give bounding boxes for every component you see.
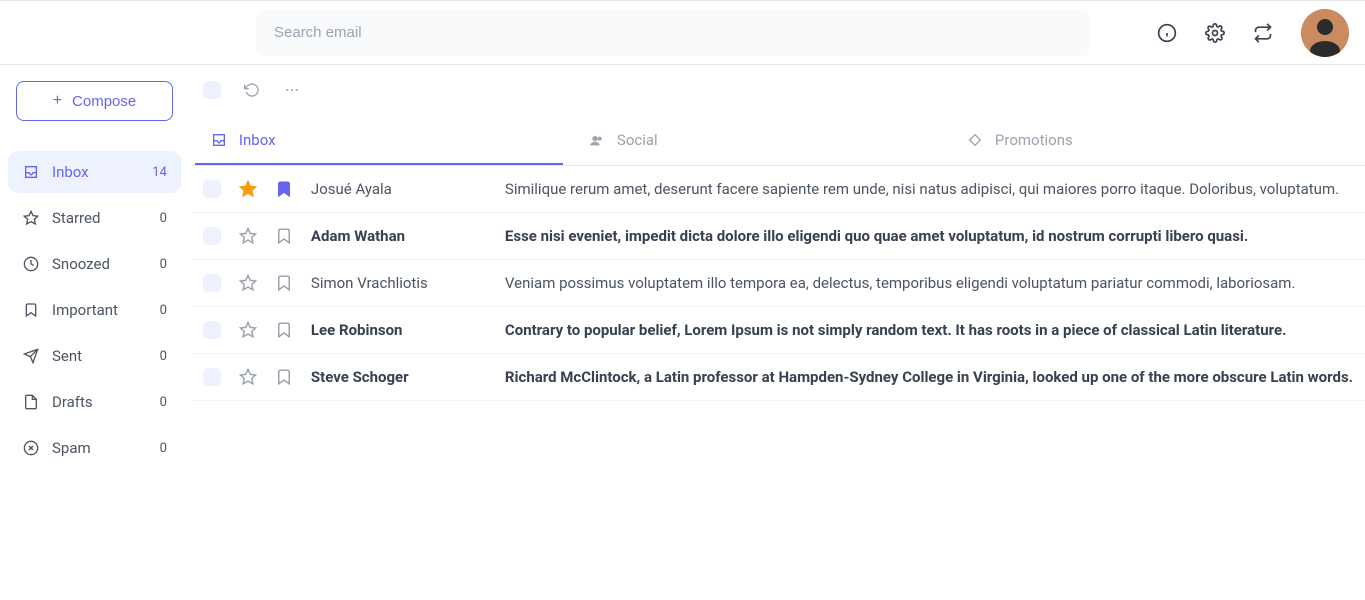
- nav-count: 0: [160, 257, 167, 272]
- nav-label: Starred: [52, 209, 148, 227]
- nav-label: Snoozed: [52, 255, 148, 273]
- email-checkbox[interactable]: [203, 321, 221, 339]
- bookmark-icon[interactable]: [275, 227, 293, 245]
- sidebar-item-drafts[interactable]: Drafts 0: [8, 381, 181, 423]
- email-sender: Steve Schoger: [311, 368, 487, 386]
- sidebar-item-important[interactable]: Important 0: [8, 289, 181, 331]
- clock-icon: [22, 255, 40, 273]
- star-icon[interactable]: [239, 368, 257, 386]
- email-sender: Adam Wathan: [311, 227, 487, 245]
- tab-icon: [967, 132, 983, 148]
- star-icon[interactable]: [239, 321, 257, 339]
- sidebar-nav: Inbox 14 Starred 0 Snoozed 0 Important 0…: [8, 151, 181, 469]
- sidebar-item-sent[interactable]: Sent 0: [8, 335, 181, 377]
- bookmark-icon[interactable]: [275, 321, 293, 339]
- email-checkbox[interactable]: [203, 227, 221, 245]
- star-icon: [22, 209, 40, 227]
- file-icon: [22, 393, 40, 411]
- inbox-icon: [22, 163, 40, 181]
- send-icon: [22, 347, 40, 365]
- tab-promotions[interactable]: Promotions: [951, 117, 1319, 165]
- help-icon[interactable]: [1157, 23, 1177, 43]
- plus-icon: +: [53, 93, 62, 109]
- email-sender: Simon Vrachliotis: [311, 274, 487, 292]
- nav-count: 14: [152, 165, 167, 180]
- email-subject: Veniam possimus voluptatem illo tempora …: [505, 274, 1353, 292]
- bookmark-icon[interactable]: [275, 368, 293, 386]
- nav-count: 0: [160, 303, 167, 318]
- email-checkbox[interactable]: [203, 368, 221, 386]
- tab-social[interactable]: Social: [573, 117, 941, 165]
- sidebar-item-spam[interactable]: Spam 0: [8, 427, 181, 469]
- settings-icon[interactable]: [1205, 23, 1225, 43]
- nav-label: Drafts: [52, 393, 148, 411]
- nav-count: 0: [160, 349, 167, 364]
- email-subject: Contrary to popular belief, Lorem Ipsum …: [505, 321, 1353, 339]
- search-box[interactable]: [256, 10, 1090, 56]
- email-subject: Richard McClintock, a Latin professor at…: [505, 368, 1353, 386]
- topbar-actions: [1117, 9, 1349, 57]
- compose-label: Compose: [72, 93, 136, 110]
- select-all-checkbox[interactable]: [203, 81, 221, 99]
- more-icon[interactable]: [283, 82, 301, 98]
- email-sender: Lee Robinson: [311, 321, 487, 339]
- tab-label: Social: [617, 131, 658, 149]
- swap-icon[interactable]: [1253, 23, 1273, 43]
- nav-label: Important: [52, 301, 148, 319]
- email-toolbar: [191, 77, 1365, 111]
- nav-count: 0: [160, 441, 167, 456]
- email-row[interactable]: Adam Wathan Esse nisi eveniet, impedit d…: [191, 213, 1365, 260]
- star-icon[interactable]: [239, 227, 257, 245]
- email-checkbox[interactable]: [203, 274, 221, 292]
- tab-inbox[interactable]: Inbox: [195, 117, 563, 165]
- email-row[interactable]: Josué Ayala Similique rerum amet, deseru…: [191, 166, 1365, 213]
- avatar[interactable]: [1301, 9, 1349, 57]
- email-subject: Similique rerum amet, deserunt facere sa…: [505, 180, 1353, 198]
- topbar: [0, 0, 1365, 65]
- category-tabs: Inbox Social Promotions: [191, 117, 1365, 166]
- nav-count: 0: [160, 211, 167, 226]
- sidebar-item-starred[interactable]: Starred 0: [8, 197, 181, 239]
- sidebar-item-snoozed[interactable]: Snoozed 0: [8, 243, 181, 285]
- email-row[interactable]: Simon Vrachliotis Veniam possimus volupt…: [191, 260, 1365, 307]
- star-icon[interactable]: [239, 180, 257, 198]
- x-circle-icon: [22, 439, 40, 457]
- nav-label: Sent: [52, 347, 148, 365]
- email-sender: Josué Ayala: [311, 180, 487, 198]
- email-row[interactable]: Lee Robinson Contrary to popular belief,…: [191, 307, 1365, 354]
- compose-button[interactable]: + Compose: [16, 81, 173, 121]
- bookmark-icon: [22, 301, 40, 319]
- nav-count: 0: [160, 395, 167, 410]
- bookmark-icon[interactable]: [275, 180, 293, 198]
- tab-icon: [211, 132, 227, 148]
- search-input[interactable]: [274, 24, 1072, 41]
- main: Inbox Social Promotions Josué Ayala Simi…: [191, 65, 1365, 485]
- email-list: Josué Ayala Similique rerum amet, deseru…: [191, 166, 1365, 401]
- email-subject: Esse nisi eveniet, impedit dicta dolore …: [505, 227, 1353, 245]
- sidebar-item-inbox[interactable]: Inbox 14: [8, 151, 181, 193]
- star-icon[interactable]: [239, 274, 257, 292]
- email-row[interactable]: Steve Schoger Richard McClintock, a Lati…: [191, 354, 1365, 401]
- nav-label: Spam: [52, 439, 148, 457]
- tab-icon: [589, 132, 605, 148]
- sidebar: + Compose Inbox 14 Starred 0 Snoozed 0 I…: [0, 65, 191, 485]
- email-checkbox[interactable]: [203, 180, 221, 198]
- layout: + Compose Inbox 14 Starred 0 Snoozed 0 I…: [0, 65, 1365, 485]
- tab-label: Promotions: [995, 131, 1073, 149]
- tab-label: Inbox: [239, 131, 276, 149]
- nav-label: Inbox: [52, 163, 140, 181]
- refresh-icon[interactable]: [243, 82, 261, 98]
- bookmark-icon[interactable]: [275, 274, 293, 292]
